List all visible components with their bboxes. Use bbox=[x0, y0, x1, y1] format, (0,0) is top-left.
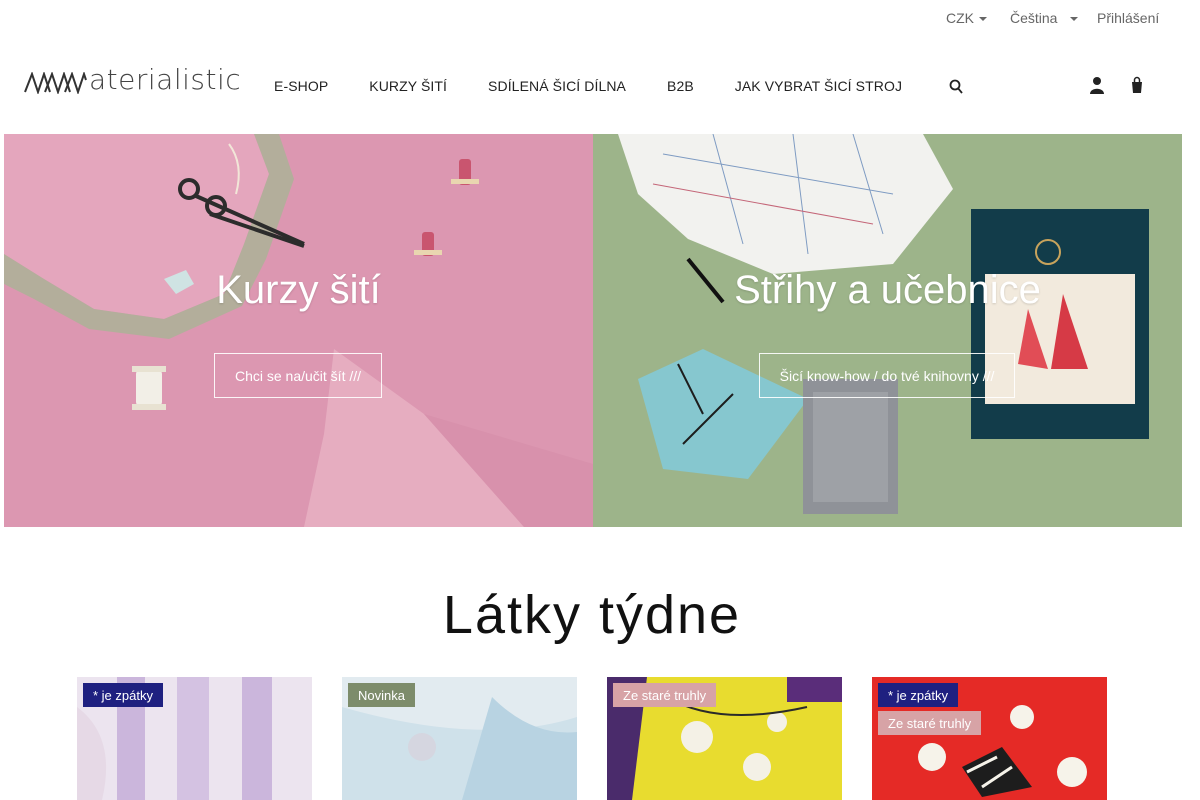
hero-panel-courses[interactable]: Kurzy šití Chci se na/učit šít /// bbox=[4, 134, 593, 527]
language-label: Čeština bbox=[1010, 10, 1058, 26]
nav-item-choose-machine[interactable]: JAK VYBRAT ŠICÍ STROJ bbox=[735, 78, 902, 94]
login-link[interactable]: Přihlášení bbox=[1097, 10, 1159, 26]
patterns-photo-illustration bbox=[618, 134, 1149, 514]
logo-text: aterialistic bbox=[89, 63, 242, 96]
product-badge: Ze staré truhly bbox=[878, 711, 982, 735]
top-utility-bar: CZK Čeština Přihlášení bbox=[0, 0, 1200, 36]
nav-item-sewing-courses[interactable]: KURZY ŠITÍ bbox=[369, 78, 447, 94]
section-title-fabrics-of-week: Látky týdne bbox=[442, 585, 742, 645]
nav-item-eshop[interactable]: E-SHOP bbox=[274, 78, 328, 94]
product-card[interactable]: Ze staré truhly bbox=[607, 677, 842, 800]
nav-item-shared-workshop[interactable]: SDÍLENÁ ŠICÍ DÍLNA bbox=[488, 78, 626, 94]
language-selector[interactable]: Čeština bbox=[1010, 10, 1079, 26]
product-card[interactable]: * je zpátky Ze staré truhly bbox=[872, 677, 1107, 800]
product-grid: * je zpátky Novinka Ze staré truhly * je… bbox=[77, 677, 1107, 800]
main-nav: E-SHOP KURZY ŠITÍ SDÍLENÁ ŠICÍ DÍLNA B2B… bbox=[274, 78, 902, 94]
product-card[interactable]: Novinka bbox=[342, 677, 577, 800]
nav-item-b2b[interactable]: B2B bbox=[667, 78, 694, 94]
site-header: aterialistic E-SHOP KURZY ŠITÍ SDÍLENÁ Š… bbox=[0, 36, 1200, 134]
currency-selector[interactable]: CZK bbox=[946, 10, 987, 26]
search-icon[interactable] bbox=[949, 79, 963, 95]
hero-patterns-button[interactable]: Šicí know-how / do tvé knihovny /// bbox=[759, 353, 1015, 398]
caret-down-icon bbox=[1070, 17, 1079, 21]
hero-banner: Kurzy šití Chci se na/učit šít /// Střih… bbox=[4, 134, 1182, 527]
product-badge: Ze staré truhly bbox=[613, 683, 717, 707]
hero-patterns-title: Střihy a učebnice bbox=[734, 268, 1041, 312]
product-badge: * je zpátky bbox=[878, 683, 958, 707]
hero-courses-button[interactable]: Chci se na/učit šít /// bbox=[214, 353, 382, 398]
caret-down-icon bbox=[979, 17, 987, 21]
site-logo[interactable]: aterialistic bbox=[24, 64, 241, 94]
product-badge: Novinka bbox=[348, 683, 415, 707]
product-badge: * je zpátky bbox=[83, 683, 163, 707]
cart-icon[interactable] bbox=[1129, 76, 1145, 94]
hero-panel-patterns[interactable]: Střihy a učebnice Šicí know-how / do tvé… bbox=[593, 134, 1182, 527]
product-card[interactable]: * je zpátky bbox=[77, 677, 312, 800]
logo-m-icon bbox=[24, 72, 87, 94]
user-icon[interactable] bbox=[1089, 76, 1105, 94]
hero-courses-title: Kurzy šití bbox=[216, 268, 381, 312]
sewing-photo-illustration bbox=[4, 134, 593, 527]
currency-label: CZK bbox=[946, 10, 974, 26]
